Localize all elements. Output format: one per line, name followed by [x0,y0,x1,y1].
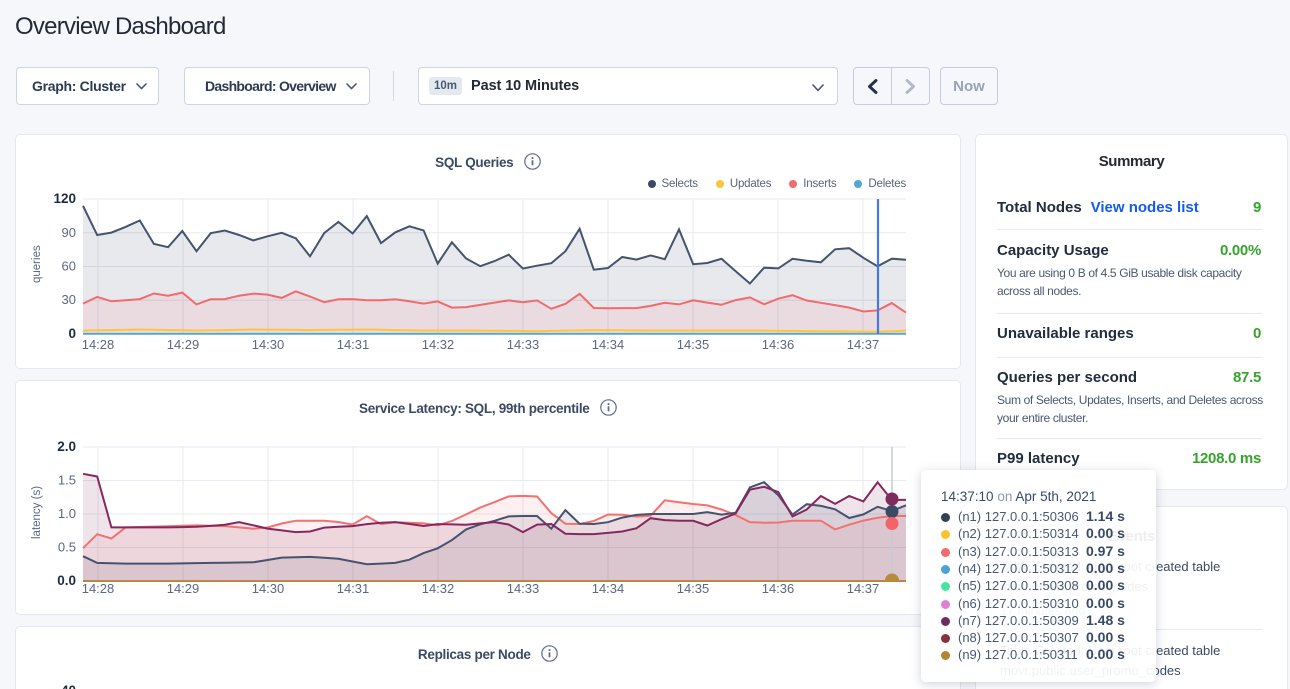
svg-text:14:28: 14:28 [82,581,115,596]
svg-text:0.5: 0.5 [58,540,76,555]
svg-text:14:32: 14:32 [422,337,455,352]
svg-text:14:31: 14:31 [337,337,370,352]
svg-text:0.0: 0.0 [57,573,76,588]
svg-text:14:33: 14:33 [507,581,540,596]
svg-text:14:29: 14:29 [167,337,200,352]
svg-text:14:36: 14:36 [762,581,795,596]
svg-text:1.5: 1.5 [58,473,76,488]
svg-text:14:35: 14:35 [677,581,710,596]
svg-text:14:31: 14:31 [337,581,370,596]
svg-text:14:33: 14:33 [507,337,540,352]
svg-text:0: 0 [68,326,76,341]
svg-text:14:30: 14:30 [252,337,285,352]
svg-text:14:29: 14:29 [167,581,200,596]
svg-text:14:35: 14:35 [677,337,710,352]
svg-text:14:36: 14:36 [762,337,795,352]
svg-text:1.0: 1.0 [58,506,76,521]
svg-text:14:32: 14:32 [422,581,455,596]
svg-text:120: 120 [53,191,76,206]
svg-text:14:30: 14:30 [252,581,285,596]
svg-text:2.0: 2.0 [57,439,76,454]
svg-text:14:34: 14:34 [592,337,625,352]
svg-text:14:34: 14:34 [592,581,625,596]
svg-text:90: 90 [62,225,76,240]
svg-text:14:37: 14:37 [847,581,880,596]
svg-text:30: 30 [62,292,76,307]
svg-text:14:37: 14:37 [847,337,880,352]
svg-text:14:28: 14:28 [82,337,115,352]
svg-text:60: 60 [62,259,76,274]
